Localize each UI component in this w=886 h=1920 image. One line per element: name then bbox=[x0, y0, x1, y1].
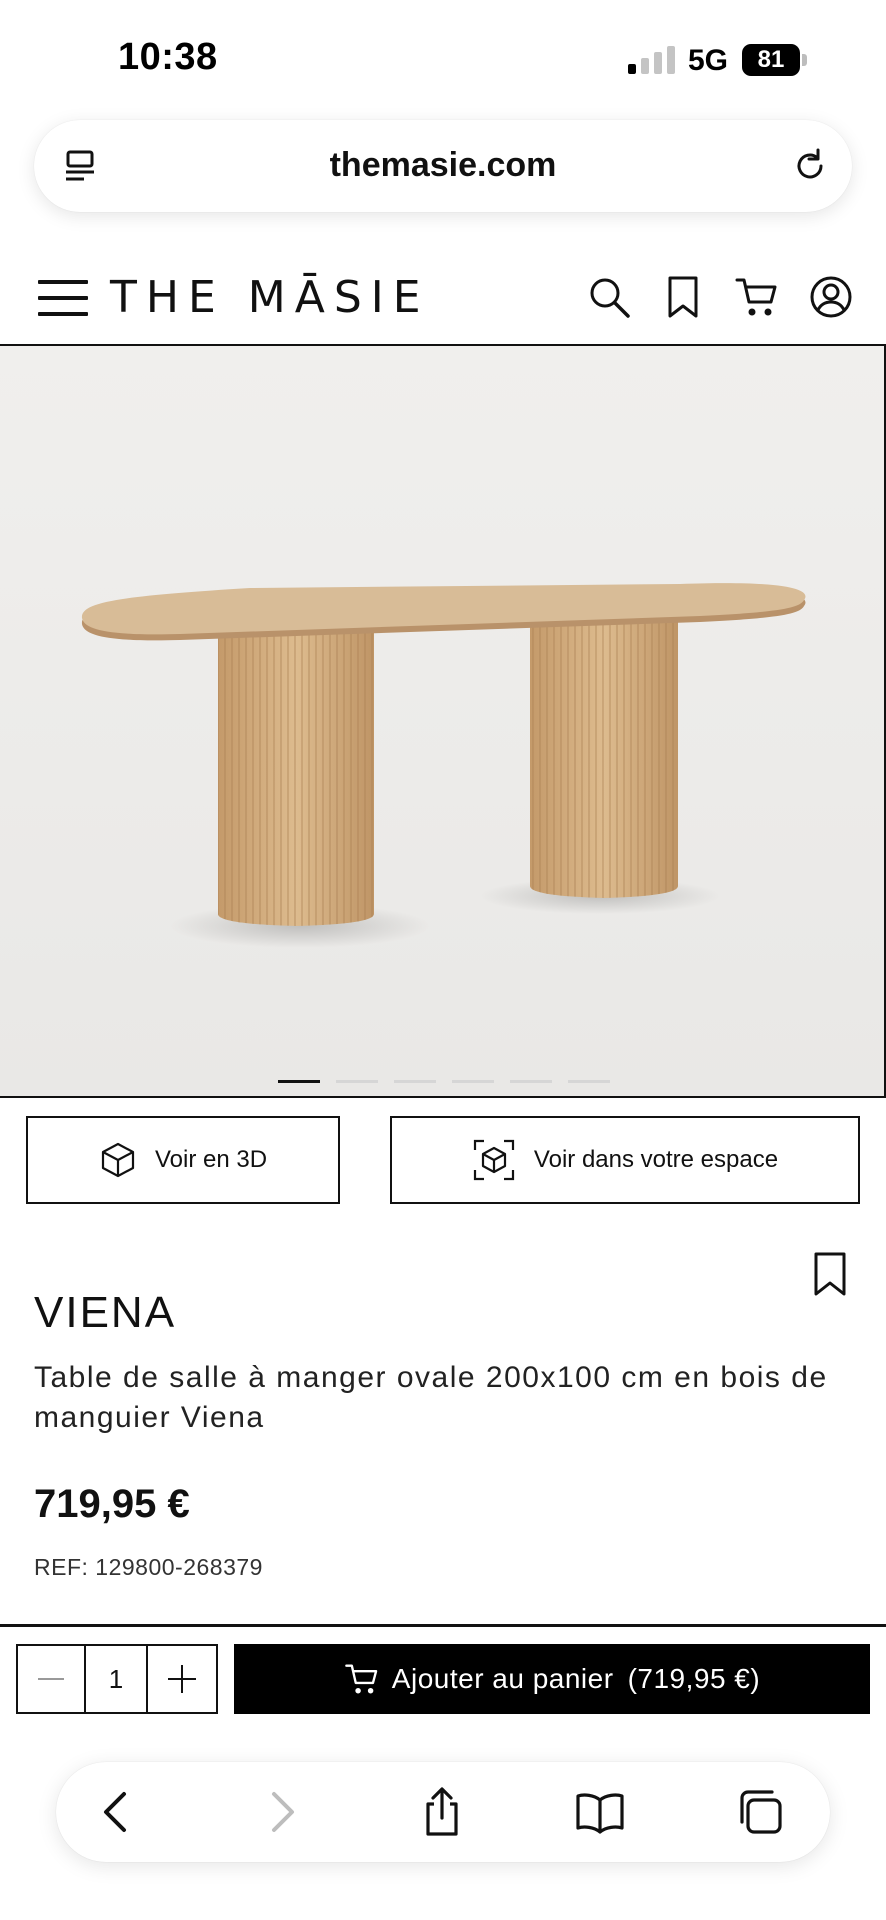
product-price: 719,95 € bbox=[34, 1482, 190, 1526]
quantity-decrease-button[interactable] bbox=[18, 1646, 86, 1712]
url-text[interactable]: themasie.com bbox=[34, 146, 852, 185]
brand-logo[interactable]: THE MĀSIE bbox=[110, 272, 430, 323]
account-icon[interactable] bbox=[808, 274, 854, 320]
cart-icon[interactable] bbox=[734, 274, 780, 320]
battery-cap bbox=[802, 54, 807, 66]
quantity-stepper: 1 bbox=[16, 1644, 218, 1714]
share-icon[interactable] bbox=[416, 1786, 468, 1838]
bookmarks-icon[interactable] bbox=[574, 1786, 626, 1838]
cart-icon bbox=[344, 1664, 378, 1694]
search-icon[interactable] bbox=[586, 274, 632, 320]
view-ar-button[interactable]: Voir dans votre espace bbox=[390, 1116, 860, 1204]
product-name: VIENA bbox=[34, 1288, 177, 1337]
carousel-dot[interactable] bbox=[510, 1080, 552, 1083]
divider bbox=[0, 1624, 886, 1627]
ar-cube-icon bbox=[473, 1139, 515, 1181]
carousel-dot[interactable] bbox=[394, 1080, 436, 1083]
menu-icon[interactable] bbox=[38, 278, 90, 318]
product-description: Table de salle à manger ovale 200x100 cm… bbox=[34, 1361, 828, 1434]
status-bar: 10:38 5G 81 bbox=[0, 0, 886, 120]
back-icon[interactable] bbox=[92, 1786, 144, 1838]
wishlist-bookmark-icon[interactable] bbox=[808, 1250, 852, 1298]
table-image bbox=[0, 346, 884, 1096]
browser-toolbar bbox=[56, 1762, 830, 1862]
site-header: THE MĀSIE bbox=[0, 246, 886, 346]
carousel-dot[interactable] bbox=[452, 1080, 494, 1083]
product-reference: REF: 129800-268379 bbox=[34, 1554, 263, 1580]
add-to-cart-button[interactable]: Ajouter au panier (719,95 €) bbox=[234, 1644, 870, 1714]
cube-icon bbox=[101, 1142, 135, 1178]
plus-icon bbox=[168, 1665, 196, 1693]
view-ar-label: Voir dans votre espace bbox=[533, 1146, 779, 1173]
add-to-cart-label: Ajouter au panier bbox=[391, 1663, 614, 1694]
carousel-dot[interactable] bbox=[336, 1080, 378, 1083]
quantity-increase-button[interactable] bbox=[148, 1646, 216, 1712]
battery-icon: 81 bbox=[742, 44, 800, 76]
view-3d-label: Voir en 3D bbox=[154, 1146, 268, 1173]
minus-icon bbox=[38, 1678, 64, 1680]
signal-strength-icon bbox=[628, 46, 676, 74]
bookmark-icon[interactable] bbox=[660, 274, 706, 320]
tabs-icon[interactable] bbox=[734, 1786, 786, 1838]
status-time: 10:38 bbox=[118, 36, 218, 78]
add-to-cart-price: (719,95 €) bbox=[627, 1663, 761, 1694]
forward-icon[interactable] bbox=[254, 1786, 306, 1838]
view-3d-button[interactable]: Voir en 3D bbox=[26, 1116, 340, 1204]
quantity-value[interactable]: 1 bbox=[86, 1646, 148, 1712]
carousel-dot[interactable] bbox=[568, 1080, 610, 1083]
carousel-dot[interactable] bbox=[278, 1080, 320, 1083]
network-type: 5G bbox=[688, 44, 729, 77]
reload-icon[interactable] bbox=[788, 144, 832, 188]
product-image-carousel[interactable] bbox=[0, 346, 886, 1098]
address-bar[interactable]: themasie.com bbox=[34, 120, 852, 212]
